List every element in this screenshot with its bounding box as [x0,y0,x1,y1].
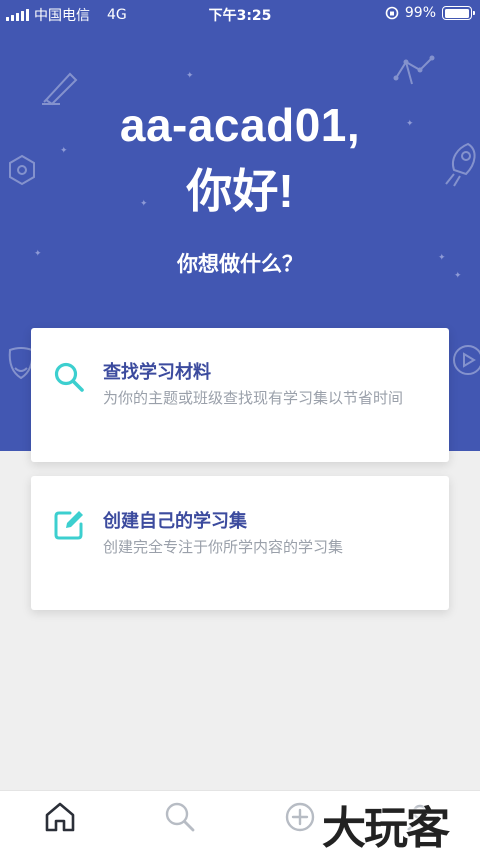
film-doodle-icon [453,345,480,375]
find-study-materials-card[interactable]: 查找学习材料 为你的主题或班级查找现有学习集以节省时间 [31,328,449,462]
card-title: 查找学习材料 [103,362,211,383]
create-study-set-card[interactable]: 创建自己的学习集 创建完全专注于你所学内容的学习集 [31,476,449,610]
home-screen: ✦ ✦ ✦ ✦ ✦ ✦ ✦ 中国电信 4G 下午3:25 99% aa-acad… [0,0,480,853]
greeting-username: aa-acad01, [119,99,361,151]
home-icon [45,802,75,832]
greeting-question: 你想做什么？ [177,252,303,276]
card-description: 为你的主题或班级查找现有学习集以节省时间 [103,389,404,407]
greeting-hello: 你好! [186,165,294,217]
edit-icon [54,511,83,540]
search-icon [165,802,195,832]
card-title: 创建自己的学习集 [103,511,247,532]
watermark-logo: 大玩客 [322,803,450,853]
add-circle-icon [285,802,315,832]
tab-search[interactable] [162,799,198,835]
rotation-lock-icon [385,6,399,20]
search-icon [54,362,84,392]
star-decoration: ✦ [186,71,194,81]
tab-create[interactable] [282,799,318,835]
status-bar: 中国电信 4G 下午3:25 99% [0,0,480,28]
constellation-doodle-icon [393,55,435,85]
card-description: 创建完全专注于你所学内容的学习集 [103,538,344,556]
battery-icon [442,6,475,20]
battery-percent: 99% [404,5,436,21]
tab-home[interactable] [42,799,78,835]
